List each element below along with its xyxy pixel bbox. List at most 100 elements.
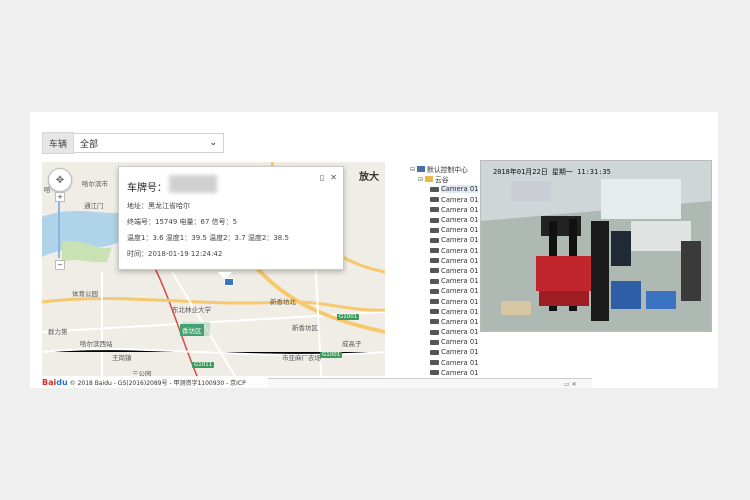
camera-item[interactable]: Camera 01: [410, 337, 490, 347]
camera-item[interactable]: Camera 01: [410, 184, 490, 194]
camera-icon: [430, 339, 439, 345]
time-line: 时间：2018-01-19 12:24:42: [127, 250, 223, 258]
camera-label: Camera 01: [441, 358, 479, 367]
camera-icon: [430, 299, 439, 305]
map-label-xiangfang-south: 新香坊区: [292, 324, 318, 332]
map-label-factory: 市亚麻厂农场: [282, 354, 321, 362]
map-label-tongjiang: 通江门: [84, 202, 104, 210]
camera-icon: [430, 370, 439, 376]
camera-tree: ⊟ 默认控制中心 ⊟ 云谷 Camera 01 Camera 01 Camera 0…: [410, 164, 490, 388]
window-icon[interactable]: ▭ ✕: [564, 381, 577, 388]
map-district-xiangfang: 香坊区: [180, 324, 204, 336]
camera-icon: [430, 248, 439, 254]
camera-label: Camera 01: [441, 246, 479, 255]
map-label-jiao: 成高子: [342, 340, 362, 348]
camera-video-feed[interactable]: 2018年01月22日 星期一 11:31:35: [480, 160, 712, 332]
camera-label: Camera 01: [441, 307, 479, 316]
camera-item[interactable]: Camera 01: [410, 276, 490, 286]
camera-label: Camera 01: [441, 236, 479, 245]
camera-label: Camera 01: [441, 297, 479, 306]
collapse-icon[interactable]: ⊟: [418, 176, 423, 183]
vehicle-select[interactable]: 全部 ⌄: [74, 133, 224, 153]
tree-root-label: 默认控制中心: [427, 166, 468, 175]
phone-icon[interactable]: ▯: [320, 173, 324, 182]
terminal-line: 终端号：15749 电量：67 信号：5: [127, 218, 238, 226]
camera-item[interactable]: Camera 01: [410, 235, 490, 245]
camera-label: Camera 01: [441, 226, 479, 235]
camera-icon: [430, 227, 439, 233]
camera-item[interactable]: Camera 01: [410, 256, 490, 266]
camera-label: Camera 01: [441, 216, 479, 225]
camera-icon: [430, 349, 439, 355]
tree-root[interactable]: ⊟ 默认控制中心: [410, 164, 490, 175]
camera-icon: [430, 360, 439, 366]
camera-item[interactable]: Camera 01: [410, 195, 490, 205]
map-label-north: 哈尔滨市: [82, 180, 108, 188]
camera-item[interactable]: Camera 01: [410, 296, 490, 306]
camera-item[interactable]: Camera 01: [410, 215, 490, 225]
camera-item[interactable]: Camera 01: [410, 246, 490, 256]
map-label-wangzhou: 王岗镇: [112, 354, 132, 362]
map-label-park: 体育公园: [72, 290, 98, 298]
zoom-minus-icon[interactable]: −: [55, 260, 65, 270]
camera-item[interactable]: Camera 01: [410, 286, 490, 296]
zoom-in-link[interactable]: 放大: [359, 168, 379, 183]
vehicle-marker-icon[interactable]: [224, 278, 234, 286]
camera-label: Camera 01: [441, 266, 479, 275]
copyright-text: © 2018 Baidu - GS(2016)2089号 - 甲测资字11009…: [69, 379, 246, 387]
camera-item[interactable]: Camera 01: [410, 317, 490, 327]
camera-icon: [430, 237, 439, 243]
camera-item[interactable]: Camera 01: [410, 347, 490, 357]
close-icon[interactable]: ✕: [330, 173, 337, 182]
vehicle-select-value: 全部: [80, 139, 99, 150]
zoom-track[interactable]: [58, 202, 60, 258]
camera-icon: [430, 329, 439, 335]
zoom-plus-icon[interactable]: +: [55, 192, 65, 202]
highway-badge: G1001: [337, 314, 360, 320]
computer-icon: [417, 166, 426, 173]
tree-group[interactable]: ⊟ 云谷: [410, 174, 490, 185]
highway-badge: G1001: [320, 352, 343, 358]
map-pan-control[interactable]: ✥: [48, 168, 72, 192]
camera-label: Camera 01: [441, 328, 479, 337]
camera-icon: [430, 309, 439, 315]
camera-item[interactable]: Camera 01: [410, 368, 490, 378]
tree-group-label: 云谷: [435, 176, 449, 185]
camera-icon: [430, 197, 439, 203]
camera-icon: [430, 268, 439, 274]
filter-label: 车辆: [42, 132, 74, 154]
vehicle-filter: 车辆 全部 ⌄: [42, 132, 224, 154]
camera-icon: [430, 207, 439, 213]
zoom-slider[interactable]: + −: [55, 192, 65, 270]
video-timestamp: 2018年01月22日 星期一 11:31:35: [493, 168, 611, 176]
map-view[interactable]: 哈 哈尔滨市 通江门 体育公园 群力第 哈尔滨西站 王岗镇 三公园 东北林业大学…: [42, 162, 385, 388]
camera-label: Camera 01: [441, 185, 479, 194]
vehicle-info-popup: 车牌号： ▯ ✕ 地址：黑龙江省哈尔 终端号：15749 电量：67 信号：5 …: [118, 166, 344, 270]
camera-icon: [430, 278, 439, 284]
temperature-line: 温度1：3.6 湿度1：39.5 温度2：3.7 湿度2：38.5: [127, 234, 289, 242]
camera-item[interactable]: Camera 01: [410, 205, 490, 215]
baidu-logo-icon: Baidu: [42, 377, 68, 387]
camera-label: Camera 01: [441, 205, 479, 214]
chevron-down-icon: ⌄: [209, 138, 217, 148]
camera-icon: [430, 217, 439, 223]
camera-item[interactable]: Camera 01: [410, 307, 490, 317]
camera-icon: [430, 186, 439, 192]
address-line: 地址：黑龙江省哈尔: [127, 202, 190, 210]
camera-item[interactable]: Camera 01: [410, 225, 490, 235]
monitor-panel: 车辆 全部 ⌄ 哈 哈尔滨市 通江门 体育公园 群力第 哈尔滨西站 王岗镇 三公…: [30, 112, 718, 388]
map-label-xiangfang-area: 新香坊北: [270, 298, 296, 306]
camera-icon: [430, 319, 439, 325]
camera-icon: [430, 288, 439, 294]
map-label-institute: 哈尔滨西站: [80, 340, 113, 348]
folder-icon: [425, 176, 434, 183]
camera-item[interactable]: Camera 01: [410, 266, 490, 276]
plate-number-redacted: [169, 175, 217, 193]
collapse-icon[interactable]: ⊟: [410, 166, 415, 173]
pan-arrows-icon: ✥: [55, 174, 65, 186]
camera-item[interactable]: Camera 01: [410, 327, 490, 337]
camera-label: Camera 01: [441, 277, 479, 286]
camera-label: Camera 01: [441, 256, 479, 265]
camera-item[interactable]: Camera 01: [410, 358, 490, 368]
camera-label: Camera 01: [441, 368, 479, 377]
